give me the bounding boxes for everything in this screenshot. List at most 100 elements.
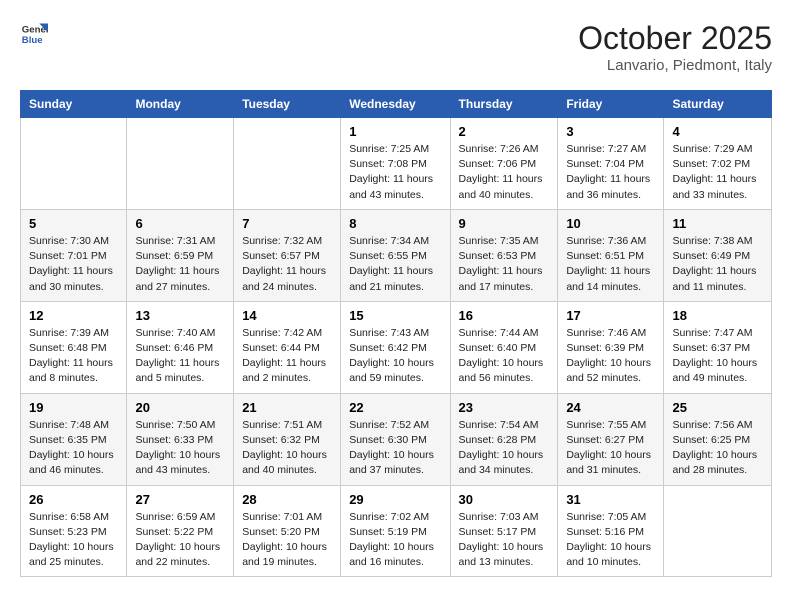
weekday-header-friday: Friday xyxy=(558,91,664,118)
day-number: 22 xyxy=(349,400,441,415)
calendar-cell: 18Sunrise: 7:47 AM Sunset: 6:37 PM Dayli… xyxy=(664,301,772,393)
calendar-cell xyxy=(127,118,234,210)
week-row-3: 12 Sunrise: 7:39 AM Sunset: 6:48 PM Dayli… xyxy=(21,301,772,393)
day-info: Sunrise: 7:56 AM Sunset: 6:25 PM Dayligh… xyxy=(672,418,763,479)
day-info: Sunrise: 7:50 AM Sunset: 6:33 PM Dayligh… xyxy=(135,418,225,479)
day-info: Sunrise: 6:59 AM Sunset: 5:22 PM Dayligh… xyxy=(135,510,225,571)
calendar-cell: 24 Sunrise: 7:55 AM Sunset: 6:27 PM Dayli… xyxy=(558,393,664,485)
day-info: Sunrise: 7:52 AM Sunset: 6:30 PM Dayligh… xyxy=(349,418,441,479)
day-info: Sunrise: 7:01 AM Sunset: 5:20 PM Dayligh… xyxy=(242,510,332,571)
location-subtitle: Lanvario, Piedmont, Italy xyxy=(578,57,772,74)
weekday-header-sunday: Sunday xyxy=(21,91,127,118)
day-info: Sunrise: 7:25 AM Sunset: 7:08 PM Dayligh… xyxy=(349,142,441,203)
day-info: Sunrise: 7:47 AM Sunset: 6:37 PM Dayligh… xyxy=(672,326,763,387)
calendar-cell: 19 Sunrise: 7:48 AM Sunset: 6:35 PM Dayli… xyxy=(21,393,127,485)
day-number: 23 xyxy=(459,400,550,415)
calendar-cell: 25Sunrise: 7:56 AM Sunset: 6:25 PM Dayli… xyxy=(664,393,772,485)
day-number: 6 xyxy=(135,216,225,231)
day-info: Sunrise: 7:44 AM Sunset: 6:40 PM Dayligh… xyxy=(459,326,550,387)
day-info: Sunrise: 7:32 AM Sunset: 6:57 PM Dayligh… xyxy=(242,234,332,295)
day-info: Sunrise: 7:48 AM Sunset: 6:35 PM Dayligh… xyxy=(29,418,118,479)
day-info: Sunrise: 7:36 AM Sunset: 6:51 PM Dayligh… xyxy=(566,234,655,295)
day-number: 29 xyxy=(349,492,441,507)
calendar-cell: 27 Sunrise: 6:59 AM Sunset: 5:22 PM Dayli… xyxy=(127,485,234,577)
day-info: Sunrise: 7:31 AM Sunset: 6:59 PM Dayligh… xyxy=(135,234,225,295)
calendar-cell: 28Sunrise: 7:01 AM Sunset: 5:20 PM Dayli… xyxy=(234,485,341,577)
calendar-cell: 6 Sunrise: 7:31 AM Sunset: 6:59 PM Daylig… xyxy=(127,209,234,301)
calendar-cell: 11Sunrise: 7:38 AM Sunset: 6:49 PM Dayli… xyxy=(664,209,772,301)
logo: General Blue xyxy=(20,20,48,48)
calendar-cell xyxy=(234,118,341,210)
day-number: 13 xyxy=(135,308,225,323)
day-number: 7 xyxy=(242,216,332,231)
day-number: 15 xyxy=(349,308,441,323)
title-block: October 2025 Lanvario, Piedmont, Italy xyxy=(578,20,772,74)
day-number: 11 xyxy=(672,216,763,231)
calendar-cell: 29Sunrise: 7:02 AM Sunset: 5:19 PM Dayli… xyxy=(341,485,450,577)
calendar-cell: 1 Sunrise: 7:25 AM Sunset: 7:08 PM Daylig… xyxy=(341,118,450,210)
day-info: Sunrise: 7:30 AM Sunset: 7:01 PM Dayligh… xyxy=(29,234,118,295)
calendar-cell: 30 Sunrise: 7:03 AM Sunset: 5:17 PM Dayli… xyxy=(450,485,558,577)
day-number: 30 xyxy=(459,492,550,507)
calendar-cell: 31 Sunrise: 7:05 AM Sunset: 5:16 PM Dayli… xyxy=(558,485,664,577)
calendar-cell: 20 Sunrise: 7:50 AM Sunset: 6:33 PM Dayli… xyxy=(127,393,234,485)
day-number: 10 xyxy=(566,216,655,231)
weekday-header-wednesday: Wednesday xyxy=(341,91,450,118)
weekday-header-tuesday: Tuesday xyxy=(234,91,341,118)
calendar-cell: 5 Sunrise: 7:30 AM Sunset: 7:01 PM Daylig… xyxy=(21,209,127,301)
day-info: Sunrise: 7:29 AM Sunset: 7:02 PM Dayligh… xyxy=(672,142,763,203)
day-info: Sunrise: 6:58 AM Sunset: 5:23 PM Dayligh… xyxy=(29,510,118,571)
calendar-cell: 10 Sunrise: 7:36 AM Sunset: 6:51 PM Dayli… xyxy=(558,209,664,301)
day-number: 4 xyxy=(672,124,763,139)
day-number: 5 xyxy=(29,216,118,231)
day-info: Sunrise: 7:03 AM Sunset: 5:17 PM Dayligh… xyxy=(459,510,550,571)
day-info: Sunrise: 7:51 AM Sunset: 6:32 PM Dayligh… xyxy=(242,418,332,479)
day-number: 27 xyxy=(135,492,225,507)
calendar-cell: 12 Sunrise: 7:39 AM Sunset: 6:48 PM Dayli… xyxy=(21,301,127,393)
day-info: Sunrise: 7:40 AM Sunset: 6:46 PM Dayligh… xyxy=(135,326,225,387)
calendar-cell: 8 Sunrise: 7:34 AM Sunset: 6:55 PM Daylig… xyxy=(341,209,450,301)
day-number: 21 xyxy=(242,400,332,415)
day-number: 8 xyxy=(349,216,441,231)
day-info: Sunrise: 7:26 AM Sunset: 7:06 PM Dayligh… xyxy=(459,142,550,203)
day-number: 19 xyxy=(29,400,118,415)
day-info: Sunrise: 7:43 AM Sunset: 6:42 PM Dayligh… xyxy=(349,326,441,387)
page-header: General Blue October 2025 Lanvario, Pied… xyxy=(20,20,772,74)
day-info: Sunrise: 7:35 AM Sunset: 6:53 PM Dayligh… xyxy=(459,234,550,295)
day-info: Sunrise: 7:46 AM Sunset: 6:39 PM Dayligh… xyxy=(566,326,655,387)
calendar-cell: 15 Sunrise: 7:43 AM Sunset: 6:42 PM Dayli… xyxy=(341,301,450,393)
day-number: 20 xyxy=(135,400,225,415)
day-number: 9 xyxy=(459,216,550,231)
calendar-cell: 7 Sunrise: 7:32 AM Sunset: 6:57 PM Daylig… xyxy=(234,209,341,301)
month-title: October 2025 xyxy=(578,20,772,57)
weekday-header-row: SundayMondayTuesdayWednesdayThursdayFrid… xyxy=(21,91,772,118)
day-number: 26 xyxy=(29,492,118,507)
calendar-cell: 9 Sunrise: 7:35 AM Sunset: 6:53 PM Daylig… xyxy=(450,209,558,301)
calendar-cell: 21 Sunrise: 7:51 AM Sunset: 6:32 PM Dayli… xyxy=(234,393,341,485)
calendar-cell: 22 Sunrise: 7:52 AM Sunset: 6:30 PM Dayli… xyxy=(341,393,450,485)
weekday-header-thursday: Thursday xyxy=(450,91,558,118)
day-info: Sunrise: 7:42 AM Sunset: 6:44 PM Dayligh… xyxy=(242,326,332,387)
day-number: 1 xyxy=(349,124,441,139)
calendar-cell: 14Sunrise: 7:42 AM Sunset: 6:44 PM Dayli… xyxy=(234,301,341,393)
day-number: 24 xyxy=(566,400,655,415)
day-info: Sunrise: 7:55 AM Sunset: 6:27 PM Dayligh… xyxy=(566,418,655,479)
day-info: Sunrise: 7:39 AM Sunset: 6:48 PM Dayligh… xyxy=(29,326,118,387)
logo-icon: General Blue xyxy=(20,20,48,48)
day-number: 3 xyxy=(566,124,655,139)
day-number: 12 xyxy=(29,308,118,323)
calendar-cell: 26 Sunrise: 6:58 AM Sunset: 5:23 PM Dayli… xyxy=(21,485,127,577)
day-number: 2 xyxy=(459,124,550,139)
week-row-5: 26 Sunrise: 6:58 AM Sunset: 5:23 PM Dayli… xyxy=(21,485,772,577)
day-info: Sunrise: 7:34 AM Sunset: 6:55 PM Dayligh… xyxy=(349,234,441,295)
calendar-cell xyxy=(21,118,127,210)
svg-text:Blue: Blue xyxy=(22,35,43,46)
day-info: Sunrise: 7:05 AM Sunset: 5:16 PM Dayligh… xyxy=(566,510,655,571)
calendar-cell: 13 Sunrise: 7:40 AM Sunset: 6:46 PM Dayli… xyxy=(127,301,234,393)
day-number: 31 xyxy=(566,492,655,507)
day-info: Sunrise: 7:27 AM Sunset: 7:04 PM Dayligh… xyxy=(566,142,655,203)
weekday-header-saturday: Saturday xyxy=(664,91,772,118)
day-number: 17 xyxy=(566,308,655,323)
weekday-header-monday: Monday xyxy=(127,91,234,118)
calendar-cell: 17 Sunrise: 7:46 AM Sunset: 6:39 PM Dayli… xyxy=(558,301,664,393)
